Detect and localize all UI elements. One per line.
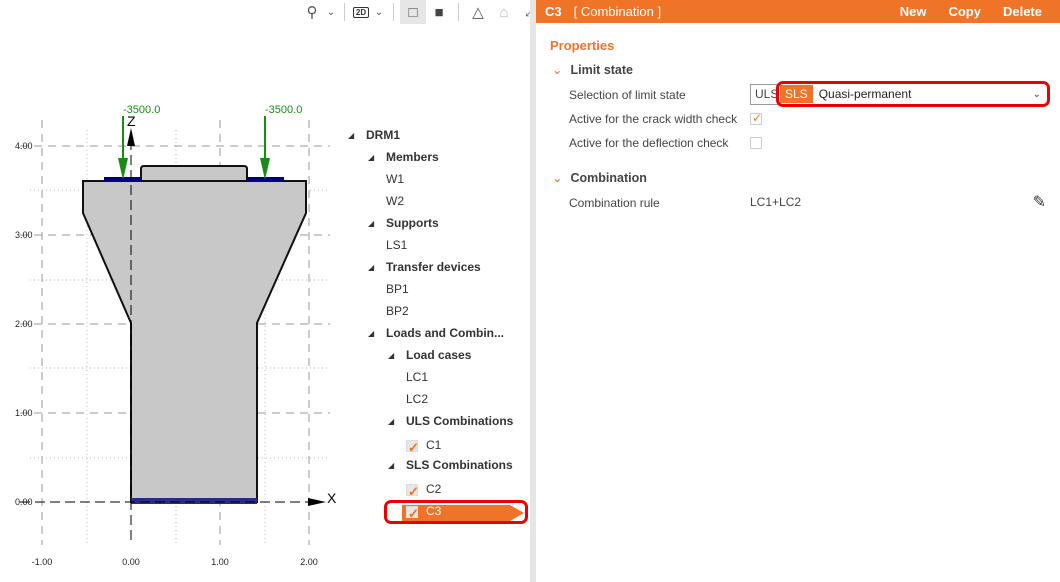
load-label: -3500.0 (123, 104, 160, 116)
crack-width-checkbox[interactable] (750, 111, 762, 125)
combination-rule-value: LC1+LC2 (750, 195, 802, 209)
checkbox[interactable] (406, 481, 419, 503)
x-axis-arrow-icon (308, 498, 326, 506)
tree-item-drm1[interactable]: DRM1 (366, 124, 400, 146)
tree-item-label: C3 (426, 504, 442, 518)
tree-item-loads[interactable]: Loads and Combin... (386, 322, 504, 344)
limit-state-value: Quasi-permanent (818, 87, 912, 101)
solid-cube-icon[interactable]: ■ (426, 0, 452, 24)
separator (458, 3, 459, 21)
tree-item-ls1[interactable]: LS1 (386, 234, 407, 256)
collapse-icon[interactable]: ◢ (368, 263, 374, 272)
separator (393, 3, 394, 21)
viewport-pane: ⚲ ⌄ 2D ⌄ □ ■ △ ⌂ ⤢ Z X -3500.0 -3500.0 0… (0, 0, 535, 582)
wall-section[interactable] (82, 180, 307, 503)
tree-item-c1[interactable]: C1 (406, 434, 442, 459)
checkbox[interactable] (406, 503, 419, 525)
x-axis-ticks: -1.00 0.00 1.00 2.00 (32, 557, 318, 567)
home-icon[interactable]: ⌂ (491, 0, 517, 24)
chevron-down-icon: ⌄ (1032, 88, 1041, 100)
tree-item-c2[interactable]: C2 (406, 478, 442, 503)
chevron-down-icon: ⌄ (552, 63, 563, 77)
tree-item-lc2[interactable]: LC2 (406, 388, 428, 410)
tree-item-bp2[interactable]: BP2 (386, 300, 409, 322)
load-arrow[interactable]: -3500.0 (260, 104, 302, 180)
x-tick: 1.00 (211, 557, 229, 567)
structure-drawing[interactable]: Z X -3500.0 -3500.0 0.00 1.00 2.00 3.00 … (0, 0, 340, 582)
tree-item-supports[interactable]: Supports (386, 212, 439, 234)
tree-item-uls[interactable]: ULS Combinations (406, 410, 513, 432)
collapse-icon[interactable]: ◢ (388, 351, 394, 360)
tree-item-bp1[interactable]: BP1 (386, 278, 409, 300)
bearing-block[interactable] (140, 165, 248, 182)
tree-item-label: C2 (426, 482, 442, 496)
collapse-icon[interactable]: ◢ (368, 219, 374, 228)
y-tick: 2.00 (15, 319, 33, 329)
properties-title: Properties (550, 38, 615, 53)
wireframe-cube-icon[interactable]: □ (400, 0, 426, 24)
section-label: Limit state (570, 63, 633, 77)
chevron-down-icon[interactable]: ⌄ (371, 0, 387, 24)
delete-button[interactable]: Delete (1003, 4, 1042, 19)
collapse-icon[interactable]: ◢ (348, 131, 354, 140)
limit-state-dropdown[interactable]: SLS Quasi-permanent ⌄ (776, 81, 1050, 107)
collapse-icon[interactable]: ◢ (388, 461, 394, 470)
x-tick: -1.00 (32, 557, 53, 567)
item-type: [ Combination ] (573, 4, 662, 19)
section-label: Combination (570, 171, 647, 185)
tree-item-lc1[interactable]: LC1 (406, 366, 428, 388)
deflection-label: Active for the deflection check (569, 136, 729, 150)
z-axis-arrow-icon (127, 128, 135, 146)
y-tick: 0.00 (15, 497, 33, 507)
chevron-down-icon: ⌄ (552, 171, 563, 185)
tree-item-sls[interactable]: SLS Combinations (406, 454, 513, 476)
support-hatch[interactable] (131, 498, 257, 504)
sls-toggle[interactable]: SLS (780, 85, 813, 103)
y-tick: 1.00 (15, 408, 33, 418)
limit-state-selector: ULS SLS Quasi-permanent ⌄ (750, 81, 1050, 107)
collapse-icon[interactable]: ◢ (368, 329, 374, 338)
y-tick: 3.00 (15, 230, 33, 240)
panel-header: C3 [ Combination ] New Copy Delete (536, 0, 1060, 23)
y-axis-ticks: 0.00 1.00 2.00 3.00 4.00 (15, 141, 33, 507)
tree-item-members[interactable]: Members (386, 146, 439, 168)
2d-view-button[interactable]: 2D (351, 0, 371, 24)
tree-item-label: C1 (426, 438, 442, 452)
limit-state-section[interactable]: ⌄ Limit state (552, 62, 633, 77)
separator (344, 3, 345, 21)
limit-state-label: Selection of limit state (569, 88, 686, 102)
y-tick: 4.00 (15, 141, 33, 151)
combination-section[interactable]: ⌄ Combination (552, 170, 647, 185)
combination-rule-label: Combination rule (569, 196, 660, 210)
tree-item-transfer-devices[interactable]: Transfer devices (386, 256, 481, 278)
load-label: -3500.0 (265, 104, 302, 116)
tree-item-w1[interactable]: W1 (386, 168, 404, 190)
x-tick: 2.00 (300, 557, 318, 567)
properties-pane: C3 [ Combination ] New Copy Delete Prope… (536, 0, 1060, 582)
item-id: C3 (545, 4, 562, 19)
copy-button[interactable]: Copy (948, 4, 981, 19)
new-button[interactable]: New (900, 4, 927, 19)
tree-item-load-cases[interactable]: Load cases (406, 344, 471, 366)
checkbox[interactable] (406, 437, 419, 459)
x-axis-label: X (327, 490, 337, 506)
section-view-icon[interactable]: △ (465, 0, 491, 24)
x-tick: 0.00 (122, 557, 140, 567)
collapse-icon[interactable]: ◢ (388, 417, 394, 426)
tree-item-w2[interactable]: W2 (386, 190, 404, 212)
collapse-icon[interactable]: ◢ (368, 153, 374, 162)
tree-item-c3[interactable]: C3 (406, 500, 442, 525)
crack-width-label: Active for the crack width check (569, 112, 738, 126)
edit-pencil-icon[interactable]: ✎ (1033, 192, 1046, 212)
deflection-checkbox[interactable] (750, 137, 762, 149)
